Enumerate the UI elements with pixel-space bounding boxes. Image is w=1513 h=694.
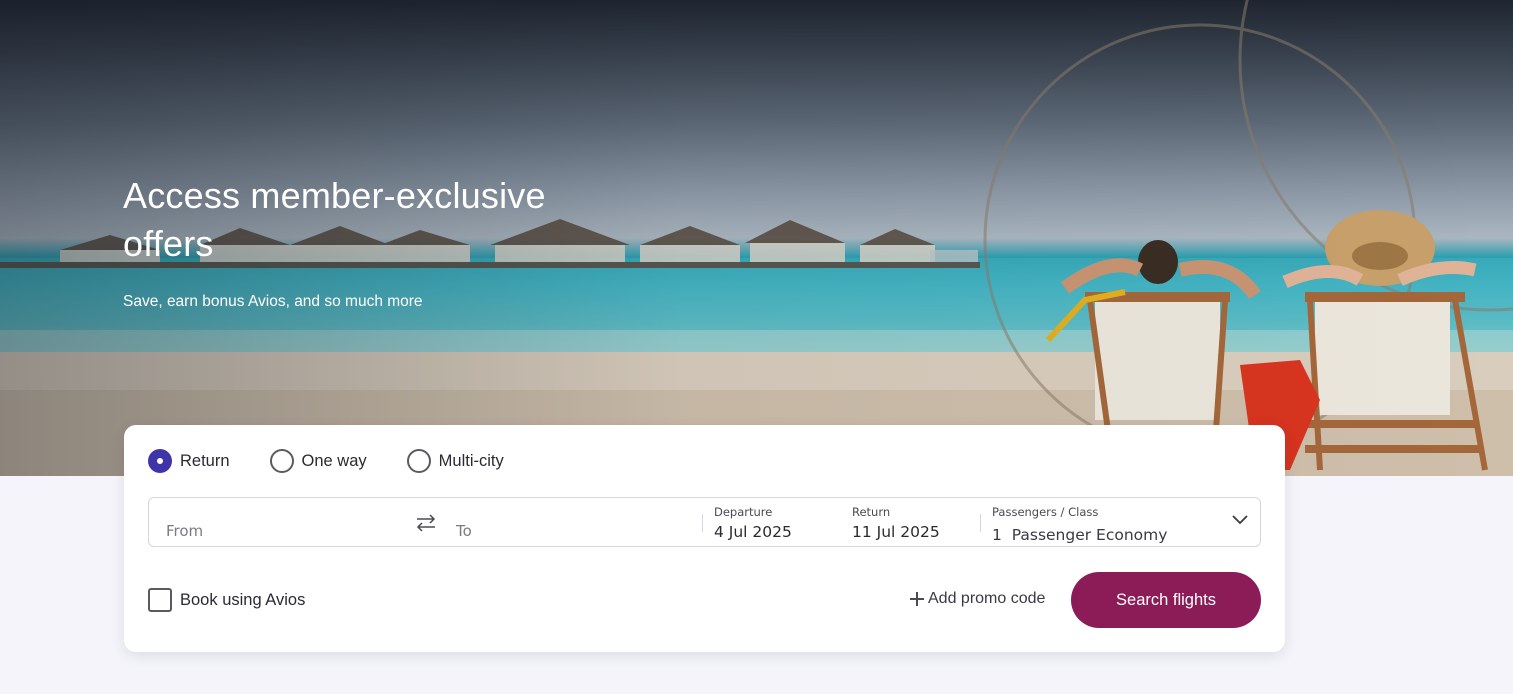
- book-using-avios-option[interactable]: Book using Avios: [148, 588, 305, 612]
- plus-icon: [910, 592, 924, 606]
- trip-type-return[interactable]: Return: [148, 449, 230, 473]
- radio-wrapper: [406, 449, 431, 473]
- hero-banner: Access member-exclusive offers Save, ear…: [0, 0, 1513, 476]
- return-label: Return: [852, 505, 891, 519]
- hero-subtitle: Save, earn bonus Avios, and so much more: [123, 293, 423, 310]
- search-bar: From To Departure 4 Jul 2025 Return 11 J…: [148, 497, 1261, 547]
- trip-type-group: Return One way Multi-city: [148, 449, 544, 473]
- divider: [702, 514, 703, 532]
- flight-search-card: Return One way Multi-city From To Depart…: [124, 425, 1285, 652]
- radio-icon[interactable]: [406, 449, 431, 473]
- hero-title: Access member-exclusive offers: [123, 175, 546, 264]
- avios-label: Book using Avios: [180, 590, 306, 609]
- trip-type-label: Return: [180, 451, 230, 470]
- departure-date-field[interactable]: Departure 4 Jul 2025: [714, 505, 792, 542]
- trip-type-one-way[interactable]: One way: [269, 449, 367, 473]
- trip-type-label: One way: [301, 451, 367, 470]
- radio-wrapper: [269, 449, 294, 473]
- divider: [980, 514, 981, 532]
- swap-icon[interactable]: [415, 514, 437, 532]
- return-value: 11 Jul 2025: [852, 523, 940, 541]
- radio-wrapper: [148, 449, 172, 473]
- from-input[interactable]: From: [166, 522, 203, 540]
- to-input[interactable]: To: [456, 522, 472, 540]
- passengers-class-field[interactable]: Passengers / Class 1 Passenger Economy: [992, 505, 1167, 545]
- avios-checkbox[interactable]: [148, 588, 172, 612]
- departure-label: Departure: [714, 505, 773, 519]
- radio-selected-icon[interactable]: [148, 449, 172, 473]
- trip-type-multi-city[interactable]: Multi-city: [406, 449, 504, 473]
- passengers-value: 1 Passenger Economy: [992, 526, 1168, 544]
- page: Access member-exclusive offers Save, ear…: [0, 0, 1513, 694]
- trip-type-label: Multi-city: [438, 451, 504, 470]
- chevron-down-icon[interactable]: [1232, 515, 1248, 525]
- radio-icon[interactable]: [269, 449, 294, 473]
- add-promo-code-link[interactable]: Add promo code: [910, 590, 1045, 608]
- promo-label: Add promo code: [928, 590, 1046, 607]
- search-flights-button[interactable]: Search flights: [1071, 572, 1261, 628]
- passengers-label: Passengers / Class: [992, 505, 1099, 519]
- departure-value: 4 Jul 2025: [714, 523, 792, 541]
- return-date-field[interactable]: Return 11 Jul 2025: [852, 505, 940, 542]
